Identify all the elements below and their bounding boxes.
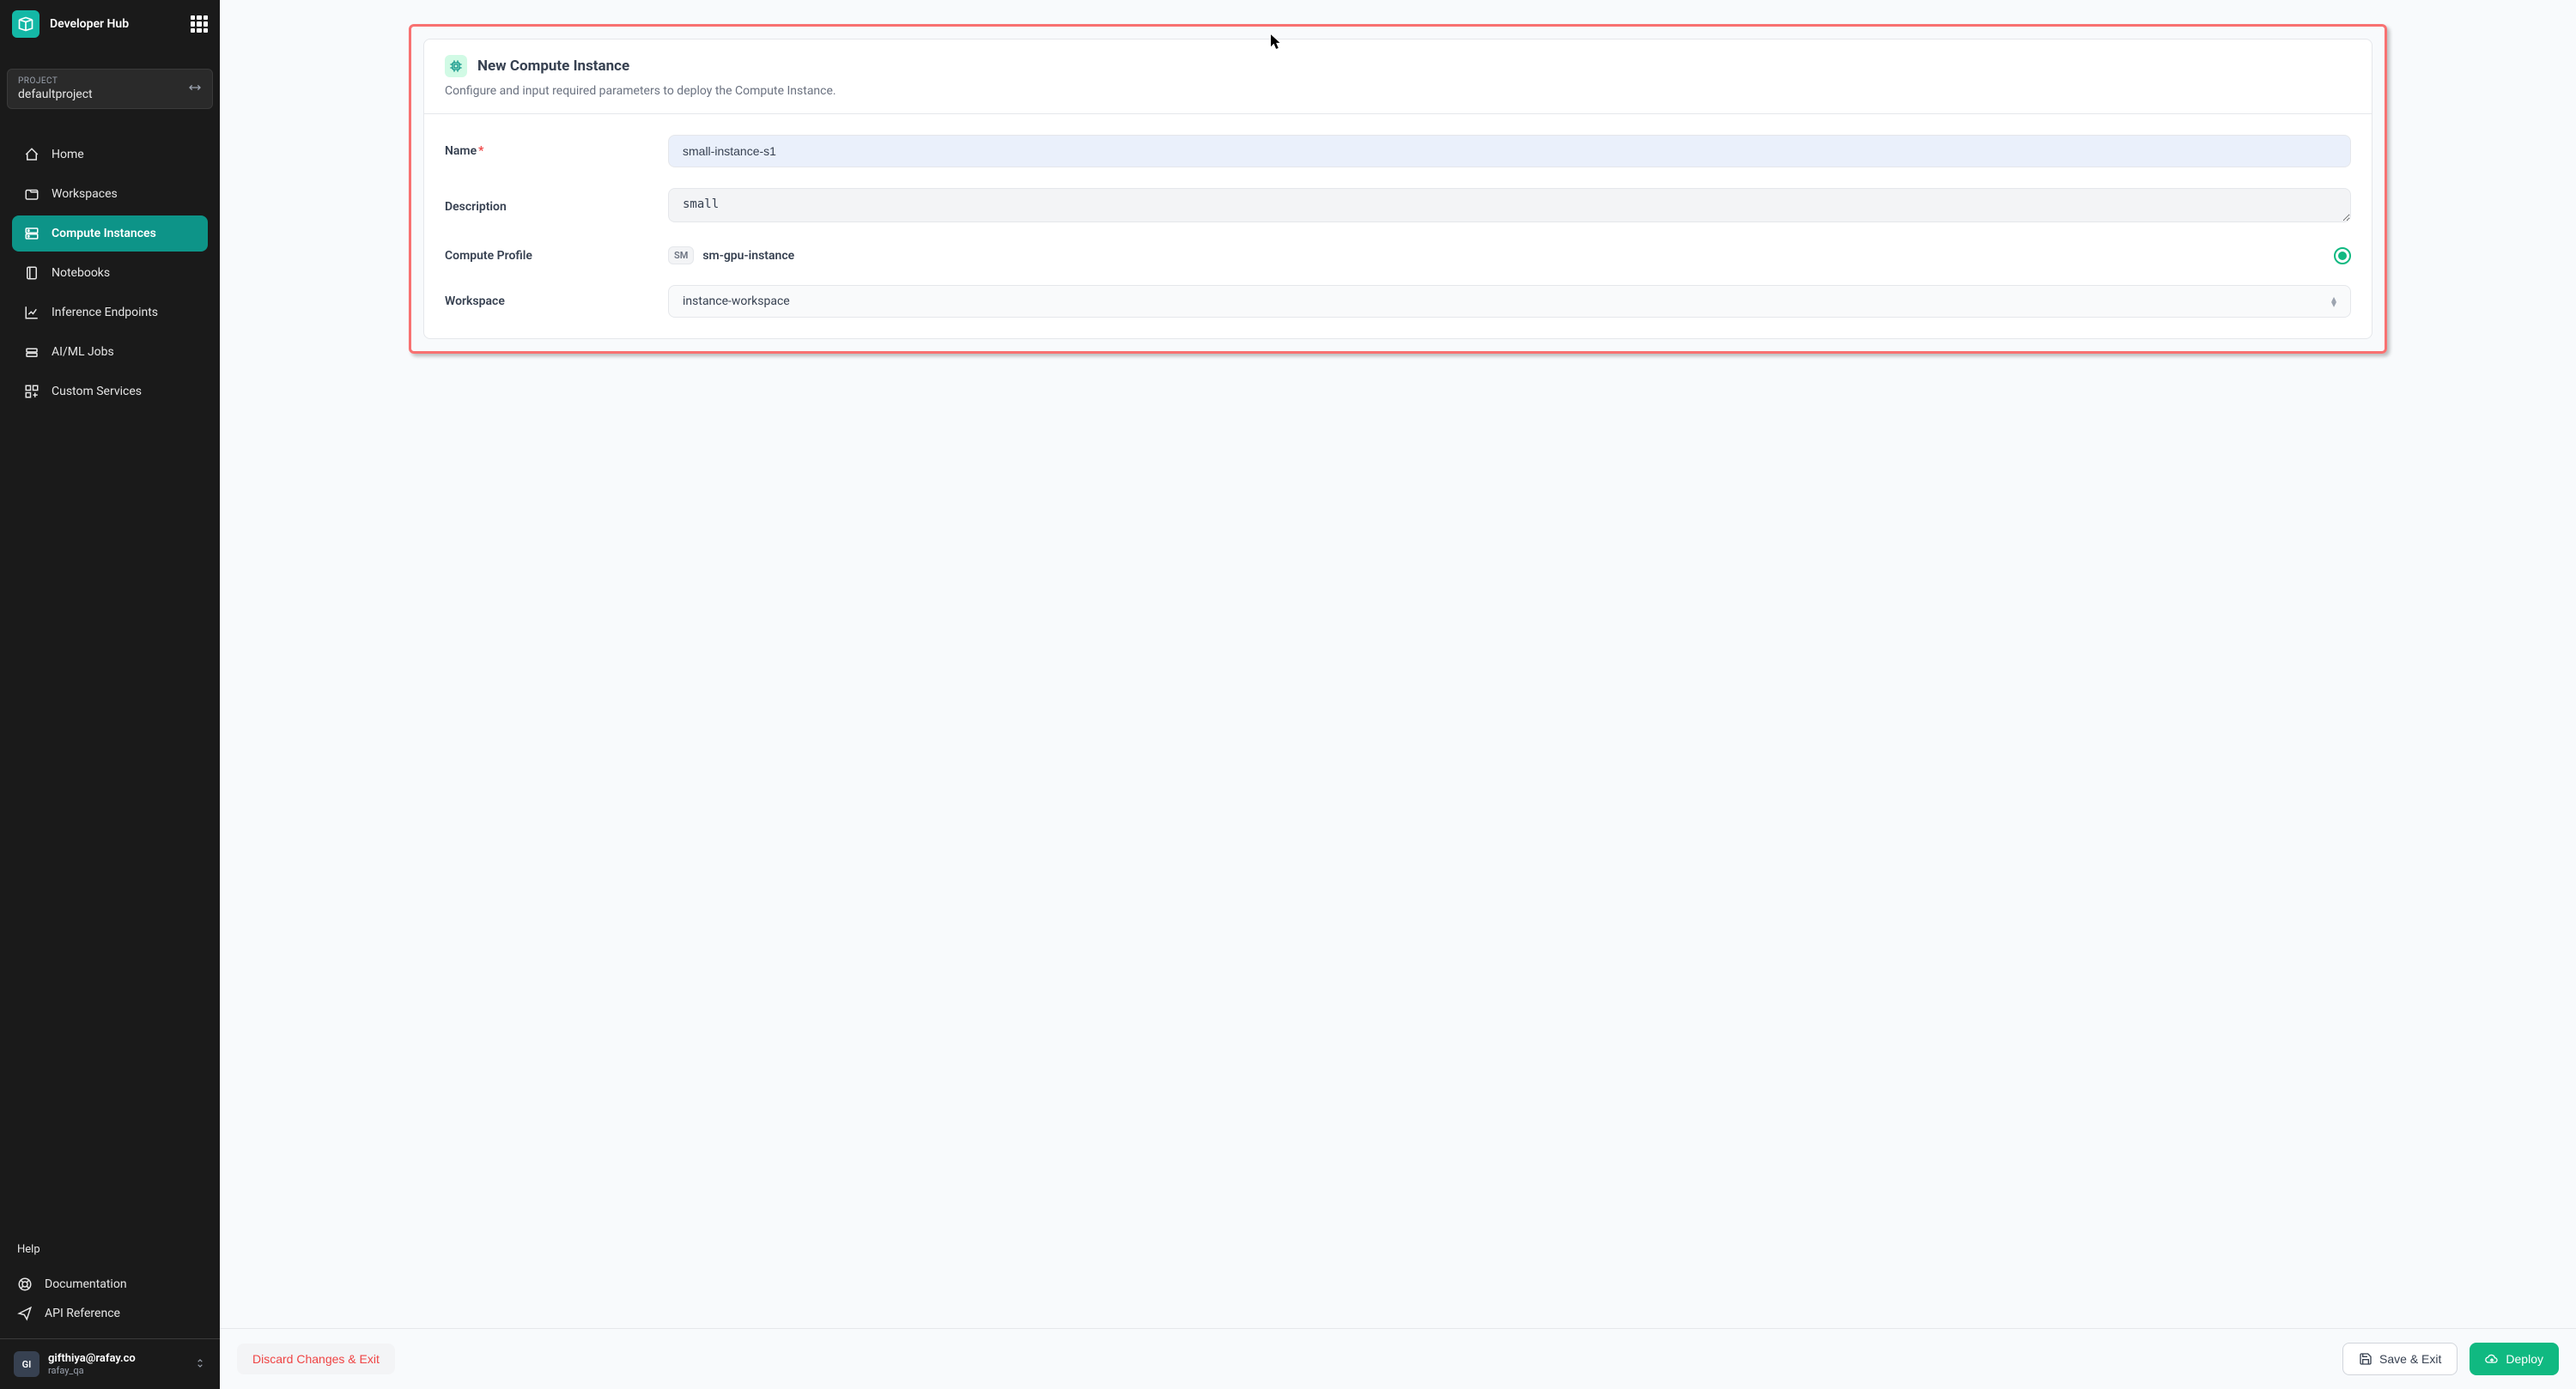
help-title: Help <box>17 1243 203 1256</box>
help-label: API Reference <box>45 1307 120 1320</box>
project-selector[interactable]: PROJECT defaultproject <box>7 69 213 109</box>
sidebar-item-aiml-jobs[interactable]: AI/ML Jobs <box>12 334 208 370</box>
sidebar-item-home[interactable]: Home <box>12 136 208 173</box>
send-icon <box>17 1306 33 1321</box>
cloud-upload-icon <box>2485 1352 2499 1366</box>
nav-label: AI/ML Jobs <box>52 345 114 359</box>
sidebar-item-custom-services[interactable]: Custom Services <box>12 373 208 409</box>
nav-label: Notebooks <box>52 266 110 280</box>
server-icon <box>24 226 39 241</box>
app-logo-icon <box>12 10 39 38</box>
form-row-profile: Compute Profile SM sm-gpu-instance <box>445 236 2351 275</box>
nav-label: Workspaces <box>52 187 118 201</box>
form-card: New Compute Instance Configure and input… <box>423 39 2372 339</box>
sidebar-header: Developer Hub <box>0 0 220 48</box>
user-org: rafay_qa <box>48 1365 185 1376</box>
nav: Home Workspaces Compute Instances Notebo… <box>0 136 220 1243</box>
check-circle-icon <box>2334 247 2351 264</box>
user-email: gifthiya@rafay.co <box>48 1352 185 1365</box>
card-title: New Compute Instance <box>477 58 629 75</box>
chevron-up-down-icon <box>194 1356 206 1373</box>
description-input[interactable]: small <box>668 188 2351 222</box>
sidebar-item-notebooks[interactable]: Notebooks <box>12 255 208 291</box>
swap-icon <box>188 81 202 98</box>
description-label: Description <box>445 200 668 214</box>
profile-badge: SM <box>668 246 694 264</box>
save-exit-button[interactable]: Save & Exit <box>2342 1343 2458 1375</box>
form-body: Name* Description small Compute Profile <box>424 114 2372 338</box>
sidebar-item-compute-instances[interactable]: Compute Instances <box>12 215 208 252</box>
discard-button[interactable]: Discard Changes & Exit <box>237 1344 395 1374</box>
form-row-workspace: Workspace instance-workspace ▴▾ <box>445 275 2351 328</box>
apps-launcher-icon[interactable] <box>191 15 208 33</box>
card-subtitle: Configure and input required parameters … <box>445 84 2351 98</box>
form-row-description: Description small <box>445 178 2351 236</box>
card-header: New Compute Instance Configure and input… <box>424 39 2372 114</box>
grid-plus-icon <box>24 384 39 399</box>
avatar: GI <box>14 1351 39 1377</box>
user-section[interactable]: GI gifthiya@rafay.co rafay_qa <box>0 1338 220 1389</box>
workspace-label: Workspace <box>445 294 668 308</box>
name-label: Name* <box>445 144 668 158</box>
name-input[interactable] <box>668 135 2351 167</box>
logo-wrap[interactable]: Developer Hub <box>12 10 129 38</box>
deploy-button[interactable]: Deploy <box>2470 1343 2559 1375</box>
workspace-select[interactable]: instance-workspace ▴▾ <box>668 285 2351 318</box>
highlight-box: New Compute Instance Configure and input… <box>409 24 2387 354</box>
nav-label: Inference Endpoints <box>52 306 158 319</box>
help-documentation[interactable]: Documentation <box>17 1270 203 1299</box>
profile-name: sm-gpu-instance <box>702 249 2325 263</box>
nav-label: Compute Instances <box>52 227 156 240</box>
footer: Discard Changes & Exit Save & Exit Deplo… <box>220 1328 2576 1389</box>
home-icon <box>24 147 39 162</box>
save-icon <box>2359 1352 2372 1366</box>
workspace-value: instance-workspace <box>683 294 790 308</box>
content: New Compute Instance Configure and input… <box>220 0 2576 1328</box>
help-api-reference[interactable]: API Reference <box>17 1299 203 1328</box>
sidebar-item-workspaces[interactable]: Workspaces <box>12 176 208 212</box>
profile-label: Compute Profile <box>445 249 668 263</box>
project-label: PROJECT <box>18 76 93 86</box>
folder-icon <box>24 186 39 202</box>
app-title: Developer Hub <box>50 17 129 31</box>
chevron-up-down-icon: ▴▾ <box>2331 296 2336 306</box>
notebook-icon <box>24 265 39 281</box>
profile-selector[interactable]: SM sm-gpu-instance <box>668 246 2351 264</box>
user-info: gifthiya@rafay.co rafay_qa <box>48 1352 185 1376</box>
sidebar: Developer Hub PROJECT defaultproject Hom… <box>0 0 220 1389</box>
project-name: defaultproject <box>18 88 93 101</box>
cpu-icon <box>445 55 467 77</box>
form-row-name: Name* <box>445 124 2351 178</box>
help-section: Help Documentation API Reference <box>0 1243 220 1338</box>
nav-label: Home <box>52 148 84 161</box>
main: New Compute Instance Configure and input… <box>220 0 2576 1389</box>
lifebuoy-icon <box>17 1277 33 1292</box>
help-label: Documentation <box>45 1277 127 1291</box>
sidebar-item-inference[interactable]: Inference Endpoints <box>12 294 208 331</box>
jobs-icon <box>24 344 39 360</box>
nav-label: Custom Services <box>52 385 142 398</box>
chart-icon <box>24 305 39 320</box>
